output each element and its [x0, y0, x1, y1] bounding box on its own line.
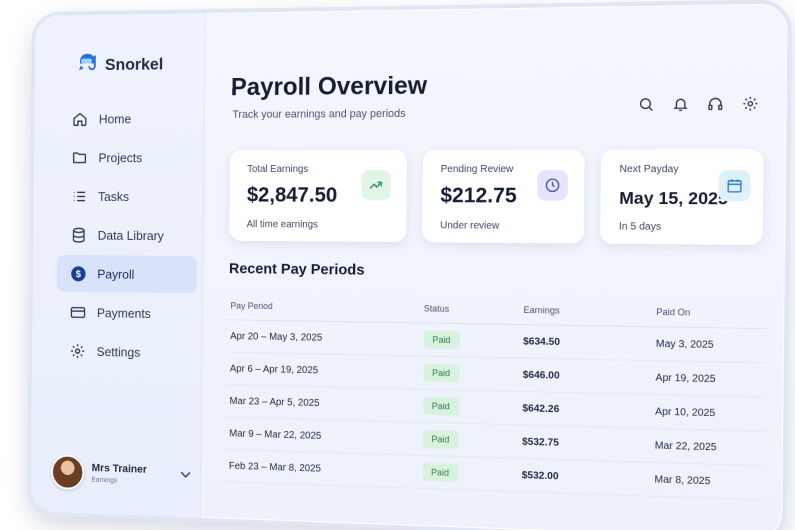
- sidebar-item-label: Data Library: [97, 227, 164, 243]
- calendar-icon: [718, 170, 751, 202]
- card-label: Total Earnings: [247, 164, 309, 175]
- sidebar-item-label: Settings: [96, 343, 141, 360]
- sidebar-item-label: Payroll: [97, 266, 135, 282]
- page-subtitle: Track your earnings and pay periods: [232, 107, 406, 121]
- sidebar-item-label: Tasks: [98, 188, 130, 204]
- status-badge: Paid: [422, 462, 459, 483]
- sidebar-item-label: Home: [98, 111, 132, 126]
- pay-periods-table: Pay Period Status Earnings Paid On Apr 2…: [224, 291, 767, 501]
- pay-period-cell: Mar 23 – Apr 5, 2025: [229, 395, 320, 409]
- user-name: Mrs Trainer: [91, 462, 147, 476]
- paid-on-cell: Apr 19, 2025: [655, 372, 716, 385]
- user-role: Earnings: [91, 476, 118, 485]
- database-icon: [70, 226, 87, 244]
- card-label: Next Payday: [619, 163, 679, 176]
- sidebar-item-payroll[interactable]: $ Payroll: [56, 254, 197, 294]
- search-icon[interactable]: [638, 96, 655, 118]
- avatar: [50, 454, 85, 491]
- brand-logo[interactable]: Snorkel: [77, 51, 163, 78]
- gear-icon: [69, 342, 86, 360]
- user-menu[interactable]: Mrs Trainer Earnings: [50, 454, 191, 494]
- sidebar-item-home[interactable]: Home: [58, 99, 198, 137]
- next-payday-card[interactable]: Next Payday May 15, 2025 In 5 days: [600, 149, 764, 245]
- earnings-cell: $642.26: [522, 402, 560, 415]
- card-value: $212.75: [440, 184, 517, 208]
- column-header: Earnings: [523, 304, 560, 316]
- sidebar-nav: Home Projects Tasks Data Library $ Payro…: [56, 99, 199, 373]
- column-header: Status: [423, 303, 450, 314]
- brand-name: Snorkel: [104, 54, 164, 74]
- sidebar-item-tasks[interactable]: Tasks: [57, 178, 197, 215]
- main-content: Payroll Overview Track your earnings and…: [200, 3, 788, 530]
- headset-icon[interactable]: [707, 96, 724, 118]
- card-value: May 15, 2025: [619, 188, 729, 209]
- earnings-cell: $646.00: [522, 369, 560, 382]
- status-badge: Paid: [422, 429, 459, 449]
- snorkel-logo-icon: [77, 52, 99, 78]
- home-icon: [71, 110, 88, 127]
- pay-period-cell: Apr 20 – May 3, 2025: [230, 330, 323, 344]
- list-icon: [70, 187, 87, 204]
- user-info: Mrs Trainer Earnings: [92, 462, 147, 485]
- pay-period-cell: Feb 23 – Mar 8, 2025: [228, 460, 322, 475]
- total-earnings-card[interactable]: Total Earnings $2,847.50 All time earnin…: [229, 149, 408, 243]
- pending-review-card[interactable]: Pending Review $212.75 Under review: [422, 149, 585, 244]
- sidebar-item-projects[interactable]: Projects: [58, 139, 198, 176]
- earnings-cell: $532.75: [522, 436, 559, 449]
- paid-on-cell: Mar 8, 2025: [654, 473, 711, 487]
- status-badge: Paid: [423, 363, 460, 383]
- paid-on-cell: Apr 10, 2025: [655, 405, 716, 419]
- status-badge: Paid: [422, 396, 459, 416]
- pay-period-cell: Apr 6 – Apr 19, 2025: [229, 363, 319, 376]
- card-note: Under review: [440, 220, 500, 232]
- trending-up-icon: [361, 169, 392, 200]
- column-header: Pay Period: [230, 300, 273, 312]
- svg-text:$: $: [75, 269, 81, 280]
- card-note: In 5 days: [618, 221, 662, 233]
- paid-on-cell: May 3, 2025: [655, 338, 714, 351]
- sidebar-item-label: Projects: [98, 149, 143, 165]
- status-badge: Paid: [423, 330, 460, 350]
- credit-card-icon: [69, 303, 86, 321]
- card-value: $2,847.50: [246, 183, 338, 207]
- card-note: All time earnings: [246, 219, 318, 231]
- app-window: Snorkel Home Projects Tasks Data Library…: [26, 0, 793, 530]
- sidebar-item-settings[interactable]: Settings: [56, 332, 196, 372]
- bell-icon[interactable]: [672, 96, 689, 118]
- page-title: Payroll Overview: [230, 71, 428, 102]
- sidebar-item-data-library[interactable]: Data Library: [57, 216, 197, 254]
- column-header: Paid On: [656, 306, 691, 318]
- earnings-cell: $634.50: [523, 335, 561, 348]
- card-label: Pending Review: [440, 163, 514, 176]
- sidebar-item-label: Payments: [96, 305, 151, 321]
- stage: Snorkel Home Projects Tasks Data Library…: [0, 0, 795, 530]
- header-actions: [638, 95, 759, 117]
- paid-on-cell: Mar 22, 2025: [654, 439, 717, 453]
- section-title: Recent Pay Periods: [228, 260, 365, 279]
- gear-icon[interactable]: [742, 95, 759, 117]
- chevron-down-icon[interactable]: [180, 470, 191, 482]
- folder-icon: [71, 149, 88, 166]
- earnings-cell: $532.00: [521, 469, 559, 482]
- sidebar-item-payments[interactable]: Payments: [56, 293, 196, 332]
- sidebar: Snorkel Home Projects Tasks Data Library…: [30, 13, 206, 518]
- dollar-icon: $: [70, 265, 87, 283]
- pay-period-cell: Mar 9 – Mar 22, 2025: [229, 427, 322, 442]
- clock-icon: [537, 170, 569, 201]
